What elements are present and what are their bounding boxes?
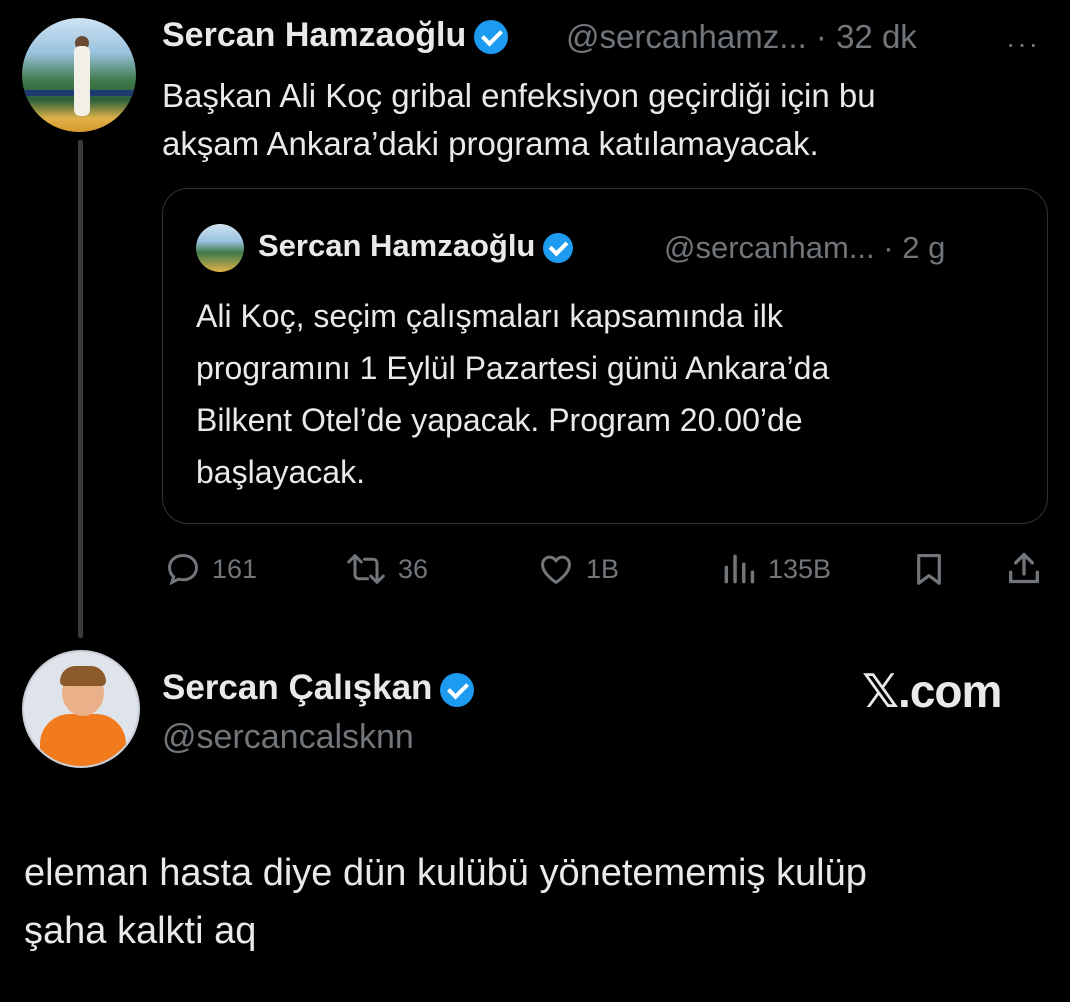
share-icon <box>1009 552 1039 584</box>
reply-button[interactable]: 161 <box>164 544 257 594</box>
verified-badge-icon <box>474 20 509 55</box>
quoted-text-line: Ali Koç, seçim çalışmaları kapsamında il… <box>196 298 783 334</box>
views-button[interactable]: 135B <box>720 544 831 594</box>
post-text-line: eleman hasta diye dün kulübü yönetememiş… <box>24 852 867 894</box>
bookmark-button[interactable] <box>910 544 948 594</box>
views-count: 135B <box>768 553 832 584</box>
more-options-icon[interactable]: ··· <box>1006 28 1040 60</box>
reply-icon <box>168 554 198 586</box>
like-count: 1B <box>586 553 620 584</box>
analytics-icon <box>724 554 755 584</box>
main-author-avatar[interactable] <box>22 650 140 768</box>
author-name[interactable]: Sercan Hamzaoğlu <box>162 16 466 54</box>
main-author-name[interactable]: Sercan Çalışkan <box>162 668 432 707</box>
quoted-text-line: programını 1 Eylül Pazartesi günü Ankara… <box>196 350 830 386</box>
repost-icon <box>347 554 385 584</box>
avatar-detail <box>40 714 126 766</box>
quoted-post-time: · 2 g <box>883 230 946 265</box>
quoted-author-avatar <box>196 224 244 272</box>
verified-badge-icon <box>440 672 475 707</box>
quoted-author-handle: @sercanham... <box>664 230 875 265</box>
main-post-text: eleman hasta diye dün kulübü yönetememiş… <box>24 844 1054 960</box>
tweet-action-bar: 161 36 1B 135B <box>0 544 1070 594</box>
quoted-text-line: Bilkent Otel’de yapacak. Program 20.00’d… <box>196 402 803 438</box>
avatar-detail <box>60 666 106 686</box>
quoted-author-name: Sercan Hamzaoğlu <box>258 228 536 263</box>
repost-button[interactable]: 36 <box>344 544 428 594</box>
tweet-text: Başkan Ali Koç gribal enfeksiyon geçirdi… <box>162 72 876 168</box>
author-handle[interactable]: @sercanhamz... <box>566 18 807 55</box>
author-avatar[interactable] <box>22 18 136 132</box>
post-time[interactable]: · 32 dk <box>816 18 917 55</box>
quoted-text-line: başlayacak. <box>196 454 365 490</box>
repost-count: 36 <box>398 553 429 584</box>
post-text-line: şaha kalkti aq <box>24 910 257 952</box>
quoted-tweet-text: Ali Koç, seçim çalışmaları kapsamında il… <box>196 290 829 498</box>
tweet-text-line: Başkan Ali Koç gribal enfeksiyon geçirdi… <box>162 77 876 114</box>
like-button[interactable]: 1B <box>536 544 619 594</box>
verified-badge-icon <box>543 232 574 263</box>
avatar-detail <box>74 46 90 116</box>
author-name-row[interactable]: Sercan Hamzaoğlu <box>162 16 509 55</box>
x-logo: 𝕏.com <box>862 665 1002 717</box>
main-author-name-row[interactable]: Sercan Çalışkan <box>162 668 475 708</box>
heart-icon <box>541 555 571 584</box>
reply-count: 161 <box>212 553 258 584</box>
main-author-handle[interactable]: @sercancalsknn <box>162 718 414 757</box>
tweet-text-line: akşam Ankara’daki programa katılamayacak… <box>162 125 819 162</box>
bookmark-icon <box>917 553 941 585</box>
author-handle-time[interactable]: @sercanhamz... · 32 dk <box>566 18 917 56</box>
quoted-author-handle-time: @sercanham... · 2 g <box>664 230 945 266</box>
quoted-author-name-row: Sercan Hamzaoğlu <box>258 228 574 264</box>
share-button[interactable] <box>1004 544 1044 594</box>
